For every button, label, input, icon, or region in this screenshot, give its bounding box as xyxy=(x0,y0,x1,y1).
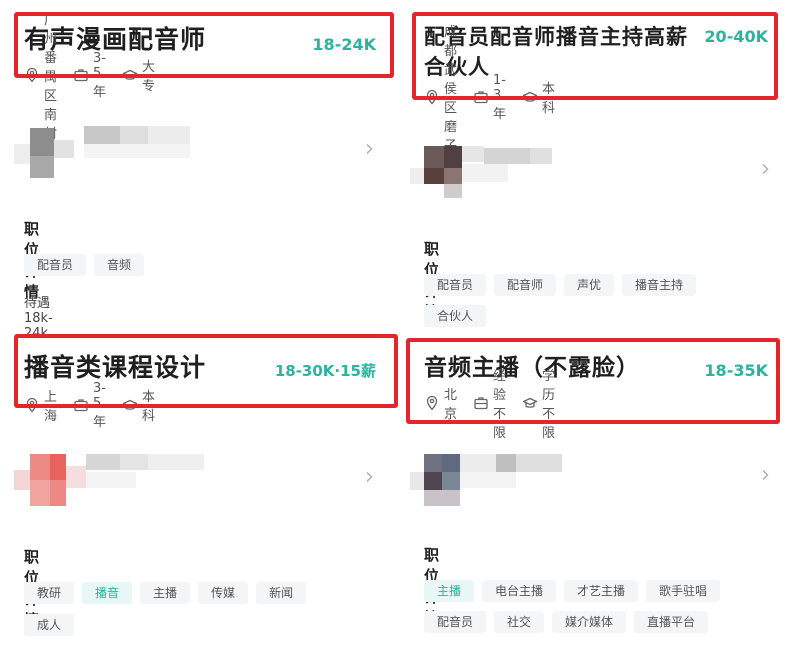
tag-list: 合伙人 xyxy=(424,305,784,327)
blur-pixel xyxy=(84,144,190,158)
blur-pixel xyxy=(14,144,30,164)
blur-pixel xyxy=(120,126,148,144)
blur-pixel xyxy=(410,168,424,184)
avatar xyxy=(424,454,442,472)
blur-pixel xyxy=(462,146,484,162)
avatar xyxy=(30,454,50,480)
avatar xyxy=(424,146,444,168)
tag[interactable]: 配音员 xyxy=(424,611,487,633)
blur-pixel xyxy=(496,454,516,472)
tag[interactable]: 歌手驻唱 xyxy=(646,580,721,602)
blur-pixel xyxy=(86,472,136,488)
tag[interactable]: 配音员 xyxy=(424,274,487,296)
blur-pixel xyxy=(530,148,552,164)
blur-pixel xyxy=(460,454,496,472)
tag[interactable]: 合伙人 xyxy=(424,305,487,327)
blur-pixel xyxy=(84,126,120,144)
blur-pixel xyxy=(66,466,86,488)
avatar-part xyxy=(444,146,462,168)
blur-pixel xyxy=(410,472,424,490)
chevron-right-icon[interactable] xyxy=(362,142,376,156)
blur-pixel xyxy=(148,126,190,144)
highlight-box xyxy=(406,338,780,424)
avatar-part xyxy=(30,480,50,506)
avatar-part xyxy=(424,490,460,506)
tag[interactable]: 播音主持 xyxy=(622,274,697,296)
tag-list: 配音员 社交 媒介媒体 直播平台 xyxy=(424,611,784,633)
blur-pixel xyxy=(14,470,30,490)
avatar-part xyxy=(30,156,54,178)
blur-pixel xyxy=(516,454,562,472)
chevron-right-icon[interactable] xyxy=(362,470,376,484)
blur-pixel xyxy=(120,454,148,470)
tag[interactable]: 新闻 xyxy=(256,582,307,604)
chevron-right-icon[interactable] xyxy=(758,162,772,176)
recruiter-info-blurred[interactable] xyxy=(410,142,600,202)
tag-list: 教研 播音 主播 传媒 新闻 xyxy=(24,582,394,604)
chevron-right-icon[interactable] xyxy=(758,468,772,482)
avatar-part xyxy=(424,472,442,490)
avatar-part xyxy=(444,184,462,198)
highlight-box xyxy=(14,334,398,408)
recruiter-info-blurred[interactable] xyxy=(410,450,600,510)
recruiter-info-blurred[interactable] xyxy=(14,450,224,510)
highlight-box xyxy=(14,12,394,78)
avatar-part xyxy=(50,480,66,506)
blur-pixel xyxy=(148,454,204,470)
avatar-part xyxy=(424,168,444,184)
tag-active[interactable]: 主播 xyxy=(424,580,475,602)
tag[interactable]: 主播 xyxy=(140,582,191,604)
tag[interactable]: 媒介媒体 xyxy=(552,611,627,633)
tag[interactable]: 成人 xyxy=(24,614,75,636)
avatar-part xyxy=(50,454,66,480)
tag-list: 配音员 配音师 声优 播音主持 xyxy=(424,274,784,296)
tag[interactable]: 声优 xyxy=(564,274,615,296)
blur-pixel xyxy=(54,140,74,158)
tag-list: 主播 电台主播 才艺主播 歌手驻唱 xyxy=(424,580,784,602)
tag[interactable]: 才艺主播 xyxy=(564,580,639,602)
avatar xyxy=(30,128,54,156)
highlight-box xyxy=(412,12,778,100)
blur-pixel xyxy=(484,148,530,164)
tag[interactable]: 音频 xyxy=(94,254,145,276)
tag[interactable]: 配音师 xyxy=(494,274,557,296)
blur-pixel xyxy=(462,164,508,182)
avatar-part xyxy=(444,168,462,184)
avatar-part xyxy=(442,454,460,472)
blur-pixel xyxy=(86,454,120,470)
avatar-part xyxy=(442,472,460,490)
recruiter-info-blurred[interactable] xyxy=(14,122,204,182)
tag[interactable]: 直播平台 xyxy=(634,611,709,633)
tag[interactable]: 传媒 xyxy=(198,582,249,604)
tag-list: 配音员 音频 xyxy=(24,254,384,276)
tag[interactable]: 教研 xyxy=(24,582,75,604)
tag-active[interactable]: 播音 xyxy=(82,582,133,604)
blur-pixel xyxy=(460,472,516,488)
tag[interactable]: 配音员 xyxy=(24,254,87,276)
tag[interactable]: 电台主播 xyxy=(482,580,557,602)
tag[interactable]: 社交 xyxy=(494,611,545,633)
tag-list: 成人 xyxy=(24,614,394,636)
